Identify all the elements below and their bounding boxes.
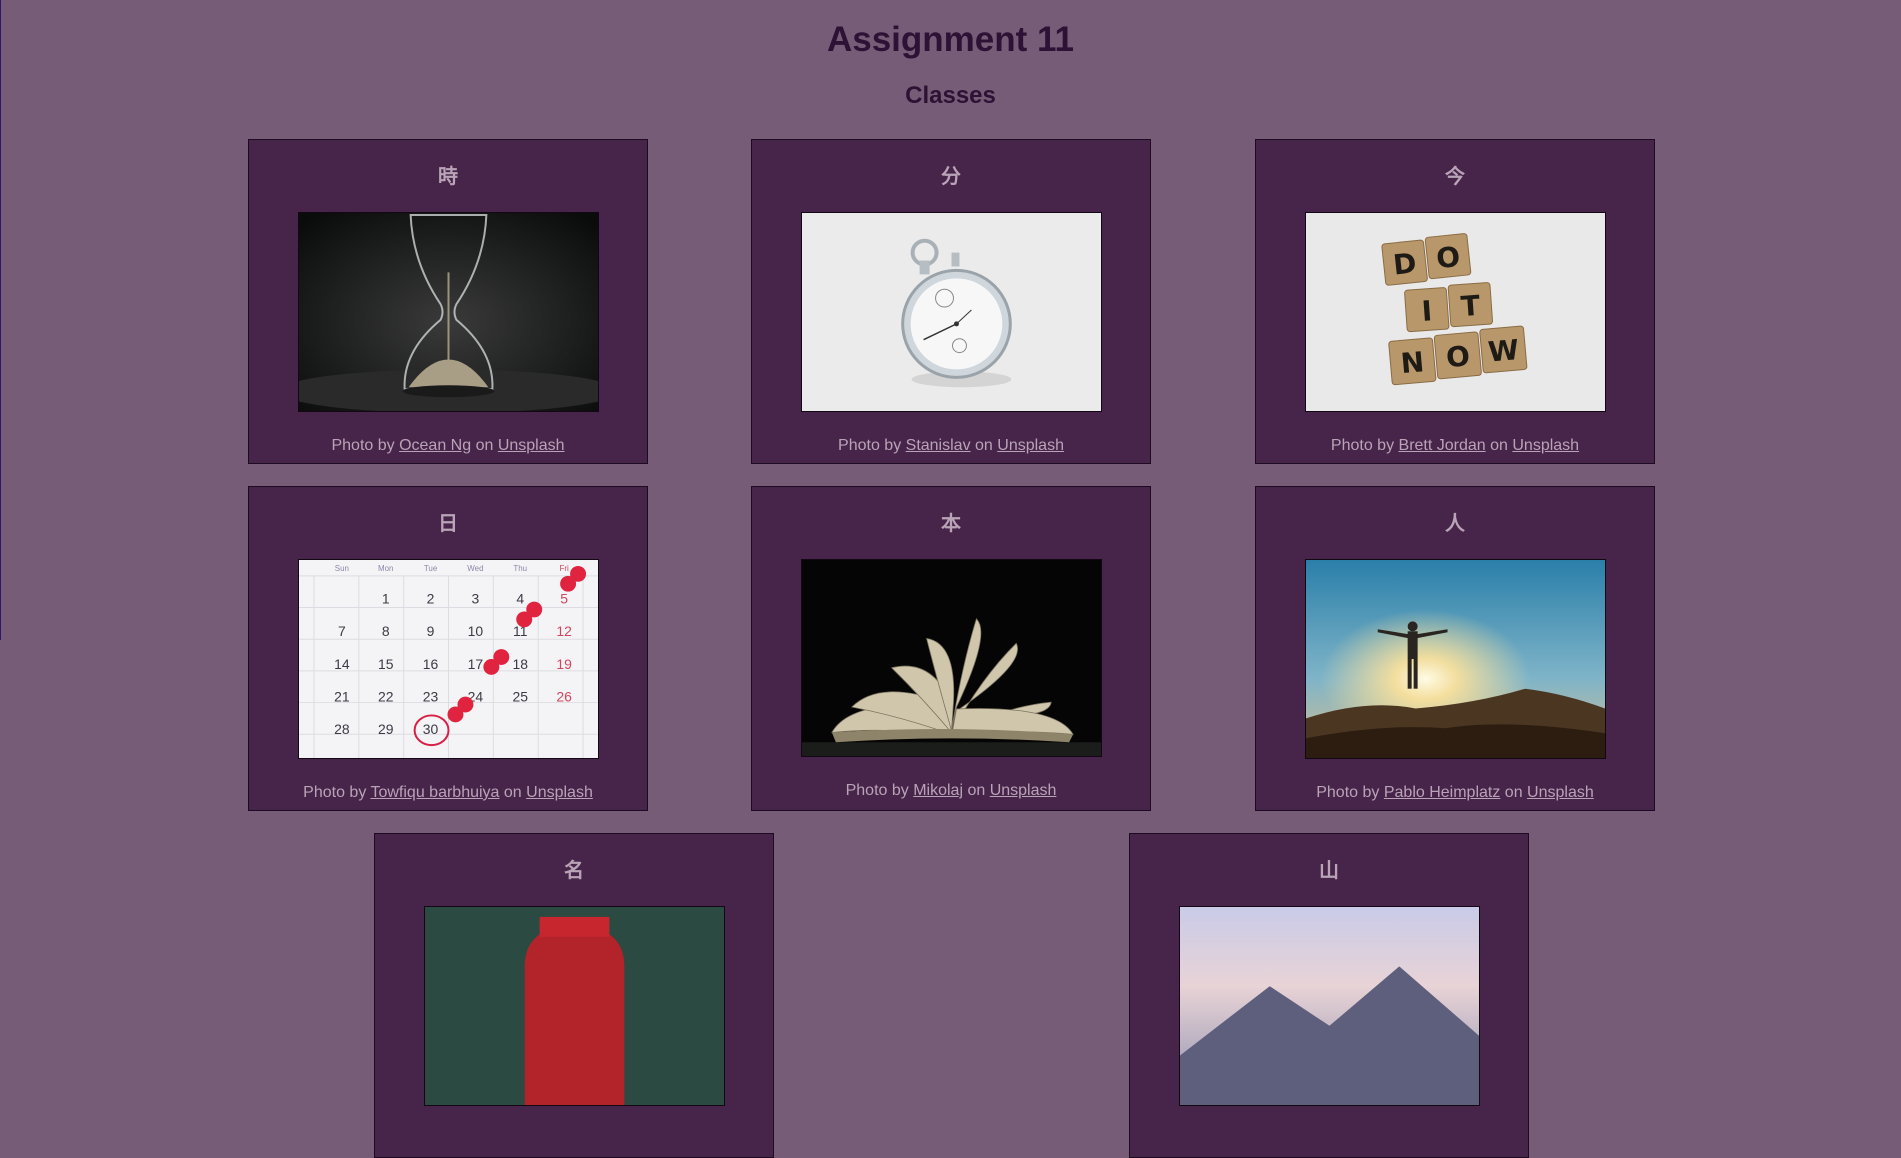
kanji-card: 日 Sun Mon Tue Wed Thu Fri 1 2 3 4 5 7 8 … (248, 486, 648, 811)
calendar-date: 26 (556, 689, 572, 705)
calendar-date: 4 (516, 591, 524, 607)
calendar-photo: Sun Mon Tue Wed Thu Fri 1 2 3 4 5 7 8 9 … (298, 559, 599, 759)
calendar-date: 1 (382, 591, 390, 607)
author-link[interactable]: Pablo Heimplatz (1384, 784, 1501, 801)
unsplash-link[interactable]: Unsplash (526, 784, 593, 801)
calendar-date: 18 (513, 656, 529, 672)
calendar-date: 30 (423, 721, 439, 737)
card-kanji: 今 (1445, 164, 1465, 188)
calendar-day-header: Tue (424, 564, 438, 573)
calendar-date: 29 (378, 721, 394, 737)
credit-mid: on (503, 784, 522, 801)
person-sunrise-photo (1305, 559, 1606, 759)
photo-credit: Photo by Brett Jordan on Unsplash (1256, 437, 1654, 455)
kanji-card: 人 Photo by Pablo Heimplatz on Unsplash (1255, 486, 1655, 811)
credit-prefix: Photo by (1330, 437, 1395, 454)
credit-mid: on (975, 437, 993, 454)
calendar-date: 22 (378, 689, 394, 705)
card-kanji: 人 (1445, 511, 1465, 535)
calendar-date: 9 (427, 623, 435, 639)
calendar-day-header: Fri (559, 564, 569, 573)
mountain-sky-photo (1179, 906, 1480, 1106)
credit-mid: on (967, 782, 986, 799)
card-kanji: 分 (941, 164, 961, 188)
card-kanji: 日 (438, 511, 458, 535)
calendar-date: 2 (427, 591, 435, 607)
kanji-card: 今 D O I T N O W Photo by Brett Jordan on… (1255, 139, 1655, 464)
unsplash-link[interactable]: Unsplash (1512, 437, 1579, 454)
calendar-date: 3 (472, 591, 480, 607)
do-it-now-tiles-photo: D O I T N O W (1305, 212, 1606, 412)
tile-letter: W (1487, 333, 1521, 368)
calendar-day-header: Mon (378, 564, 394, 573)
calendar-day-header: Sun (335, 564, 349, 573)
credit-mid: on (1504, 784, 1523, 801)
tile-letter: D (1392, 247, 1418, 282)
credit-prefix: Photo by (1316, 784, 1380, 801)
name-photo (424, 906, 725, 1106)
author-link[interactable]: Mikolaj (913, 782, 963, 799)
calendar-date: 14 (334, 656, 350, 672)
calendar-date: 28 (334, 721, 350, 737)
kanji-card: 本 Photo by Mikolaj on Unsplash (751, 486, 1151, 811)
calendar-date: 10 (468, 623, 484, 639)
calendar-day-header: Wed (467, 564, 483, 573)
kanji-card: 分 Photo by Stanislav on Unsplash (751, 139, 1151, 464)
card-kanji: 山 (1319, 858, 1339, 882)
stopwatch-photo (801, 212, 1102, 412)
tile-letter: O (1435, 240, 1462, 275)
unsplash-link[interactable]: Unsplash (1527, 784, 1594, 801)
credit-prefix: Photo by (331, 437, 395, 454)
kanji-card: 時 Photo by Ocean Ng on Unsplash (248, 139, 648, 464)
unsplash-link[interactable]: Unsplash (498, 437, 565, 454)
calendar-date: 19 (556, 656, 572, 672)
author-link[interactable]: Stanislav (906, 437, 971, 454)
calendar-date: 7 (338, 623, 346, 639)
calendar-date: 21 (334, 689, 350, 705)
credit-prefix: Photo by (845, 782, 909, 799)
photo-credit: Photo by Mikolaj on Unsplash (752, 782, 1150, 800)
calendar-date: 25 (513, 689, 529, 705)
author-link[interactable]: Brett Jordan (1399, 437, 1486, 454)
calendar-date: 23 (423, 689, 439, 705)
photo-credit: Photo by Pablo Heimplatz on Unsplash (1256, 784, 1654, 802)
photo-credit: Photo by Ocean Ng on Unsplash (249, 437, 647, 455)
tile-letter: N (1399, 345, 1425, 380)
page-subtitle: Classes (905, 82, 996, 109)
hourglass-photo (298, 212, 599, 412)
calendar-date: 8 (382, 623, 390, 639)
calendar-date: 16 (423, 656, 439, 672)
tile-letter: O (1445, 339, 1472, 374)
photo-credit: Photo by Towfiqu barbhuiya on Unsplash (249, 784, 647, 802)
card-kanji: 名 (564, 858, 584, 882)
open-book-photo (801, 559, 1102, 757)
calendar-day-header: Thu (513, 564, 527, 573)
unsplash-link[interactable]: Unsplash (997, 437, 1064, 454)
credit-prefix: Photo by (303, 784, 367, 801)
photo-credit: Photo by Stanislav on Unsplash (752, 437, 1150, 455)
kanji-card: 名 (374, 833, 774, 1158)
unsplash-link[interactable]: Unsplash (990, 782, 1057, 799)
credit-prefix: Photo by (838, 437, 902, 454)
card-kanji: 時 (438, 164, 458, 188)
credit-mid: on (1490, 437, 1508, 454)
calendar-date: 12 (556, 623, 572, 639)
kanji-card: 山 (1129, 833, 1529, 1158)
author-link[interactable]: Towfiqu barbhuiya (370, 784, 499, 801)
page-title: Assignment 11 (826, 20, 1075, 59)
calendar-date: 17 (468, 656, 484, 672)
calendar-date: 15 (378, 656, 394, 672)
tile-letter: T (1460, 289, 1481, 323)
author-link[interactable]: Ocean Ng (399, 437, 471, 454)
card-kanji: 本 (941, 511, 961, 535)
credit-mid: on (475, 437, 494, 454)
calendar-date: 5 (560, 591, 568, 607)
